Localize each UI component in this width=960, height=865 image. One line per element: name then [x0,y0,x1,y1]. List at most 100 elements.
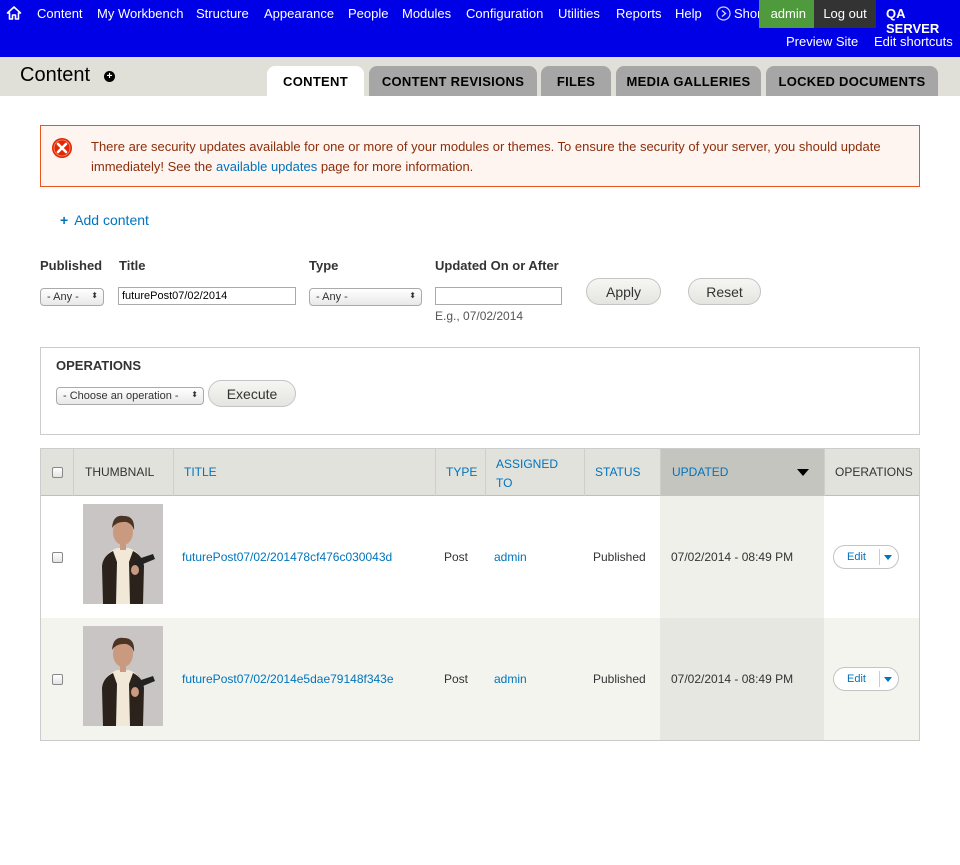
message-text-before: There are security updates available for… [91,139,881,174]
dropdown-caret-icon[interactable] [884,677,892,682]
edit-dropbutton[interactable]: Edit [833,667,899,691]
menu-people[interactable]: People [348,6,388,21]
type-select[interactable]: - Any - ⬍ [309,288,422,306]
row-status: Published [593,672,646,686]
menu-content[interactable]: Content [37,6,83,21]
logout-button[interactable]: Log out [814,0,876,28]
add-content-link[interactable]: + Add content [60,212,149,228]
thumbnail-image[interactable] [83,504,163,604]
edit-dropbutton[interactable]: Edit [833,545,899,569]
operations-title: OPERATIONS [56,358,141,373]
column-assigned-to[interactable]: ASSIGNED TO [485,449,584,496]
menu-modules[interactable]: Modules [402,6,451,21]
dropbutton-separator [879,671,880,687]
published-select[interactable]: - Any - ⬍ [40,288,104,306]
table-row: futurePost07/02/2014e5dae79148f343e Post… [41,618,919,740]
menu-appearance[interactable]: Appearance [264,6,334,21]
column-type[interactable]: TYPE [435,449,485,496]
published-select-value: - Any - [47,291,79,303]
operation-select-value: - Choose an operation - [63,390,179,402]
table-row: futurePost07/02/201478cf476c030043d Post… [41,496,919,618]
type-filter-label: Type [309,258,339,273]
edit-label[interactable]: Edit [847,551,866,563]
row-status: Published [593,550,646,564]
column-operations-label: OPERATIONS [835,465,913,479]
page-title: Content [20,64,91,86]
row-updated: 07/02/2014 - 08:49 PM [671,550,794,564]
column-type-label: TYPE [446,465,478,479]
title-filter-input[interactable]: futurePost07/02/2014 [118,287,296,305]
column-title[interactable]: TITLE [173,449,435,496]
column-thumbnail: THUMBNAIL [73,449,173,496]
column-updated-label: UPDATED [672,465,729,479]
tab-media-galleries[interactable]: MEDIA GALLERIES [616,66,761,96]
updated-date-hint: E.g., 07/02/2014 [435,309,524,323]
page-header: Content + CONTENT CONTENT REVISIONS FILE… [0,57,960,96]
title-filter-label: Title [119,258,146,273]
edit-label[interactable]: Edit [847,673,866,685]
admin-toolbar: Content My Workbench Structure Appearanc… [0,0,960,57]
menu-utilities[interactable]: Utilities [558,6,600,21]
row-checkbox[interactable] [52,552,63,563]
user-account-button[interactable]: admin [759,0,814,28]
row-type: Post [444,672,469,686]
plus-icon: + [60,212,69,228]
column-operations: OPERATIONS [824,449,919,496]
row-assigned-link[interactable]: admin [494,550,527,564]
menu-my-workbench[interactable]: My Workbench [97,6,183,21]
message-text-after: page for more information. [317,159,474,174]
column-title-label: TITLE [184,465,217,479]
type-select-value: - Any - [316,291,348,303]
toolbar-menu: Content My Workbench Structure Appearanc… [0,0,960,36]
edit-shortcuts-link[interactable]: Edit shortcuts [874,34,953,49]
add-shortcut-icon[interactable]: + [104,71,115,82]
column-assigned-line2: TO [496,476,513,490]
published-filter-label: Published [40,258,103,273]
content-table: THUMBNAIL TITLE TYPE ASSIGNED TO STATUS U… [40,448,920,741]
home-icon[interactable] [6,5,22,21]
menu-configuration[interactable]: Configuration [466,6,543,21]
updated-date-input[interactable] [435,287,562,305]
apply-button[interactable]: Apply [586,278,661,305]
menu-structure[interactable]: Structure [196,6,249,21]
column-status[interactable]: STATUS [584,449,660,496]
table-header: THUMBNAIL TITLE TYPE ASSIGNED TO STATUS U… [41,449,919,496]
operations-fieldset: OPERATIONS - Choose an operation - ⬍ Exe… [40,347,920,435]
select-arrows-icon: ⬍ [191,390,198,399]
select-all-checkbox[interactable] [52,467,63,478]
shortcuts-toggle-icon[interactable] [716,6,731,21]
tab-files[interactable]: FILES [541,66,611,96]
menu-reports[interactable]: Reports [616,6,662,21]
tab-content[interactable]: CONTENT [267,66,364,96]
operation-select[interactable]: - Choose an operation - ⬍ [56,387,204,405]
row-type: Post [444,550,469,564]
row-checkbox[interactable] [52,674,63,685]
tab-content-revisions[interactable]: CONTENT REVISIONS [369,66,537,96]
server-label: QA SERVER [886,6,940,36]
row-assigned-link[interactable]: admin [494,672,527,686]
column-status-label: STATUS [595,465,641,479]
available-updates-link[interactable]: available updates [216,159,317,174]
row-title-link[interactable]: futurePost07/02/2014e5dae79148f343e [182,672,394,686]
dropdown-caret-icon[interactable] [884,555,892,560]
preview-site-link[interactable]: Preview Site [786,34,858,49]
row-title-link[interactable]: futurePost07/02/201478cf476c030043d [182,550,392,564]
error-icon [52,138,72,158]
tab-locked-documents[interactable]: LOCKED DOCUMENTS [766,66,938,96]
column-thumbnail-label: THUMBNAIL [85,465,155,479]
select-arrows-icon: ⬍ [91,291,98,300]
sort-descending-icon [797,469,809,476]
column-assigned-line1: ASSIGNED [496,457,559,471]
execute-button[interactable]: Execute [208,380,296,407]
add-content-label: Add content [74,212,149,228]
message-text: There are security updates available for… [91,137,901,177]
dropbutton-separator [879,549,880,565]
row-updated: 07/02/2014 - 08:49 PM [671,672,794,686]
select-arrows-icon: ⬍ [409,291,416,300]
menu-help[interactable]: Help [675,6,702,21]
security-warning-message: There are security updates available for… [40,125,920,187]
updated-filter-label: Updated On or After [435,258,559,273]
thumbnail-image[interactable] [83,626,163,726]
column-updated[interactable]: UPDATED [660,449,824,496]
reset-button[interactable]: Reset [688,278,761,305]
